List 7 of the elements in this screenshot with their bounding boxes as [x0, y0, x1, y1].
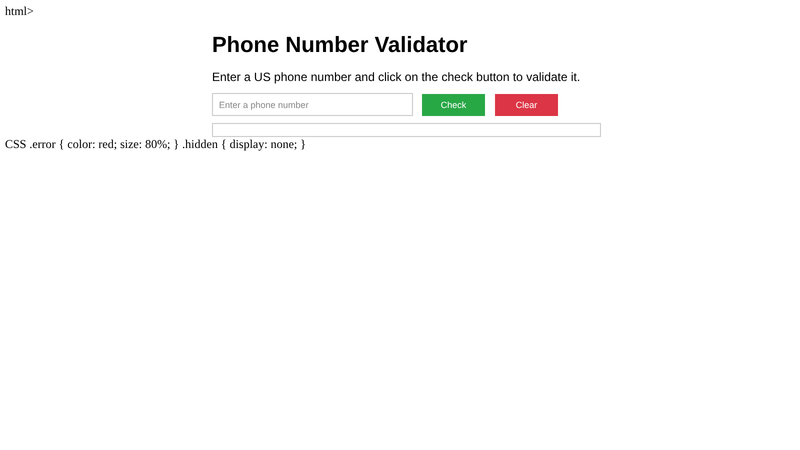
- instructions-text: Enter a US phone number and click on the check button to validate it.: [212, 70, 582, 84]
- css-text: CSS .error { color: red; size: 80%; } .hidden { display: none; }: [5, 137, 307, 151]
- phone-input-field[interactable]: Enter a phone number: [212, 93, 413, 116]
- clear-button[interactable]: Clear: [495, 94, 558, 116]
- stray-text: html>: [5, 4, 35, 18]
- check-button[interactable]: Check: [422, 94, 485, 116]
- page-title: Phone Number Validator: [212, 32, 468, 58]
